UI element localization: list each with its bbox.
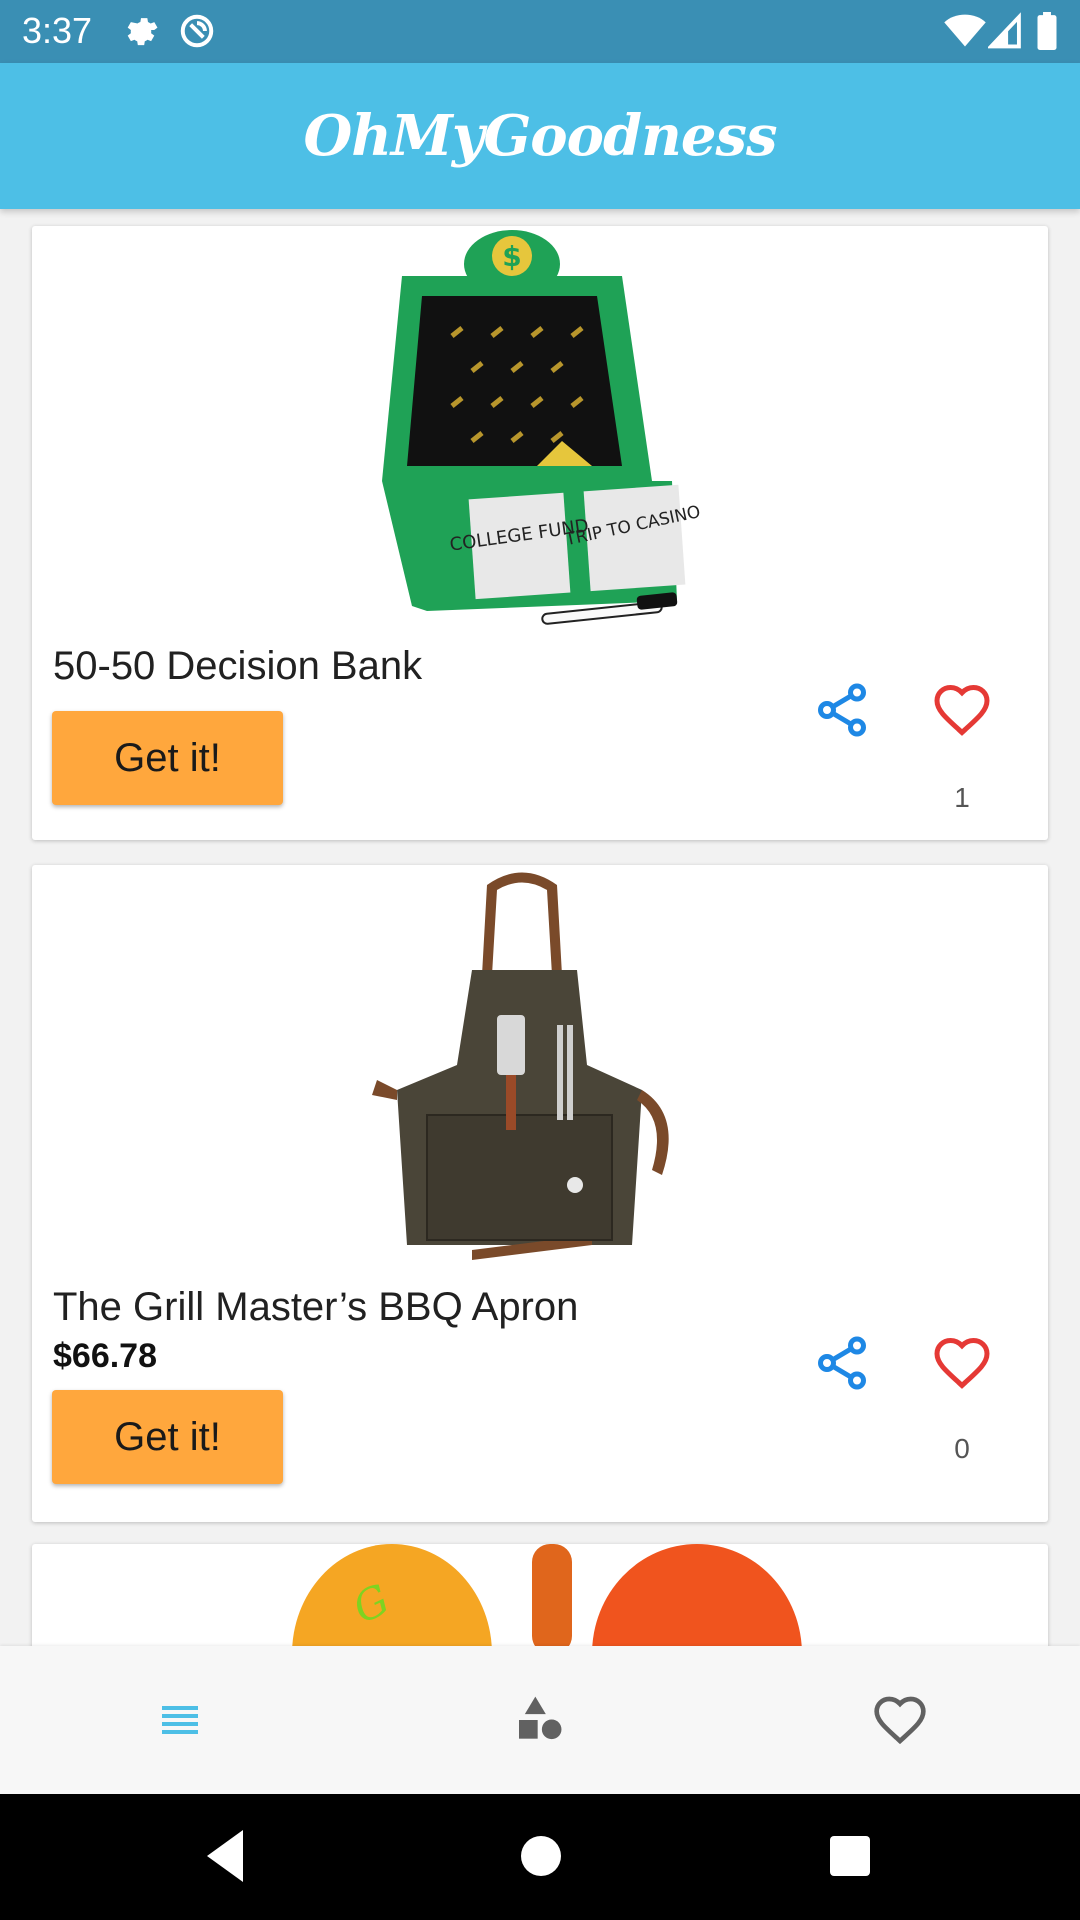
svg-text:$: $ [502, 240, 521, 273]
nav-item-list[interactable] [0, 1646, 360, 1794]
heart-icon [874, 1696, 926, 1745]
like-count: 1 [954, 782, 970, 813]
heart-icon[interactable] [932, 680, 992, 740]
home-icon[interactable] [519, 1826, 563, 1886]
product-card[interactable]: G [32, 1544, 1048, 1646]
get-it-button[interactable]: Get it! [52, 711, 283, 805]
product-image-bbq-apron[interactable] [32, 865, 1048, 1275]
product-name[interactable]: The Grill Master’s BBQ Apron [53, 1285, 578, 1330]
system-navigation-bar [0, 1794, 1080, 1920]
battery-icon [1037, 12, 1057, 50]
wifi-icon [944, 14, 986, 47]
sync-icon [180, 14, 214, 48]
product-card[interactable]: The Grill Master’s BBQ Apron $66.78 Get … [32, 865, 1048, 1522]
categories-icon [519, 1696, 562, 1740]
like-count: 0 [954, 1433, 970, 1464]
product-price: $66.78 [53, 1337, 157, 1375]
status-time: 3:37 [22, 10, 93, 51]
nav-item-favorites[interactable] [720, 1646, 1080, 1794]
app-title: OhMyGoodness [303, 103, 777, 169]
share-icon[interactable] [812, 1333, 872, 1393]
signal-icon [988, 12, 1021, 49]
product-feed[interactable]: $ COLLEGE FUND TRIP TO CASINO 50-50 Deci… [0, 209, 1080, 1646]
share-icon[interactable] [812, 680, 872, 740]
recents-icon[interactable] [828, 1826, 872, 1886]
nav-item-categories[interactable] [360, 1646, 720, 1794]
heart-icon[interactable] [932, 1333, 992, 1393]
get-it-button[interactable]: Get it! [52, 1390, 283, 1484]
app-bar: OhMyGoodness [0, 63, 1080, 209]
status-bar: 3:37 [0, 0, 1080, 63]
settings-icon [127, 18, 158, 46]
product-name[interactable]: 50-50 Decision Bank [53, 644, 422, 689]
list-icon [162, 1706, 198, 1734]
back-icon[interactable] [203, 1826, 247, 1886]
bottom-navigation [0, 1646, 1080, 1794]
product-image-decision-bank[interactable]: $ COLLEGE FUND TRIP TO CASINO [32, 226, 1048, 636]
product-image-partial[interactable]: G [32, 1544, 1048, 1646]
product-card[interactable]: $ COLLEGE FUND TRIP TO CASINO 50-50 Deci… [32, 226, 1048, 840]
